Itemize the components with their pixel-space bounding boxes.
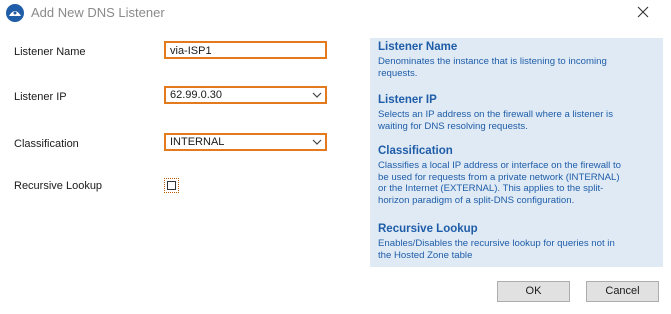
- chevron-down-icon: [312, 139, 322, 145]
- classification-label: Classification: [14, 138, 79, 150]
- window-title: Add New DNS Listener: [31, 5, 165, 20]
- listener-name-field[interactable]: [164, 41, 327, 59]
- help-line: Denominates the instance that is listeni…: [378, 56, 607, 67]
- help-line: Classifies a local IP address or interfa…: [378, 160, 621, 171]
- help-recursive-lookup-title: Recursive Lookup: [378, 223, 478, 235]
- title-bar: Add New DNS Listener: [0, 0, 671, 30]
- recursive-lookup-checkbox[interactable]: [164, 178, 179, 193]
- listener-ip-value: 62.99.0.30: [170, 89, 222, 101]
- close-icon: [637, 6, 649, 18]
- help-listener-ip-title: Listener IP: [378, 94, 437, 106]
- help-line: waiting for DNS resolving requests.: [378, 120, 528, 132]
- listener-name-label: Listener Name: [14, 46, 86, 58]
- listener-name-input[interactable]: [170, 44, 320, 57]
- help-line: be used for requests from a private netw…: [378, 171, 620, 183]
- help-line: Selects an IP address on the firewall wh…: [378, 109, 613, 120]
- help-line: Enables/Disables the recursive lookup fo…: [378, 238, 615, 249]
- cancel-button[interactable]: Cancel: [586, 281, 659, 302]
- chevron-down-icon: [312, 92, 322, 98]
- help-recursive-lookup-body: Enables/Disables the recursive lookup fo…: [378, 238, 660, 261]
- help-line: the Hosted Zone table: [378, 249, 473, 261]
- help-classification-title: Classification: [378, 145, 453, 157]
- help-listener-ip-body: Selects an IP address on the firewall wh…: [378, 109, 660, 132]
- help-line: or the Internet (EXTERNAL). This applies…: [378, 183, 604, 194]
- listener-ip-select[interactable]: 62.99.0.30: [164, 86, 327, 104]
- help-listener-name-body: Denominates the instance that is listeni…: [378, 56, 660, 79]
- help-line: horizon paradigm of a split-DNS configur…: [378, 194, 575, 206]
- classification-select[interactable]: INTERNAL: [164, 133, 327, 151]
- listener-ip-label: Listener IP: [14, 91, 67, 103]
- recursive-lookup-label: Recursive Lookup: [14, 180, 103, 192]
- help-classification-body: Classifies a local IP address or interfa…: [378, 160, 660, 206]
- help-line: requests.: [378, 67, 418, 79]
- help-listener-name-title: Listener Name: [378, 41, 458, 53]
- checkbox-box: [167, 181, 176, 190]
- classification-value: INTERNAL: [170, 136, 225, 148]
- ok-button[interactable]: OK: [497, 281, 570, 302]
- help-panel: Listener Name Denominates the instance t…: [370, 38, 663, 267]
- app-logo-icon: [6, 4, 24, 22]
- close-button[interactable]: [624, 0, 664, 26]
